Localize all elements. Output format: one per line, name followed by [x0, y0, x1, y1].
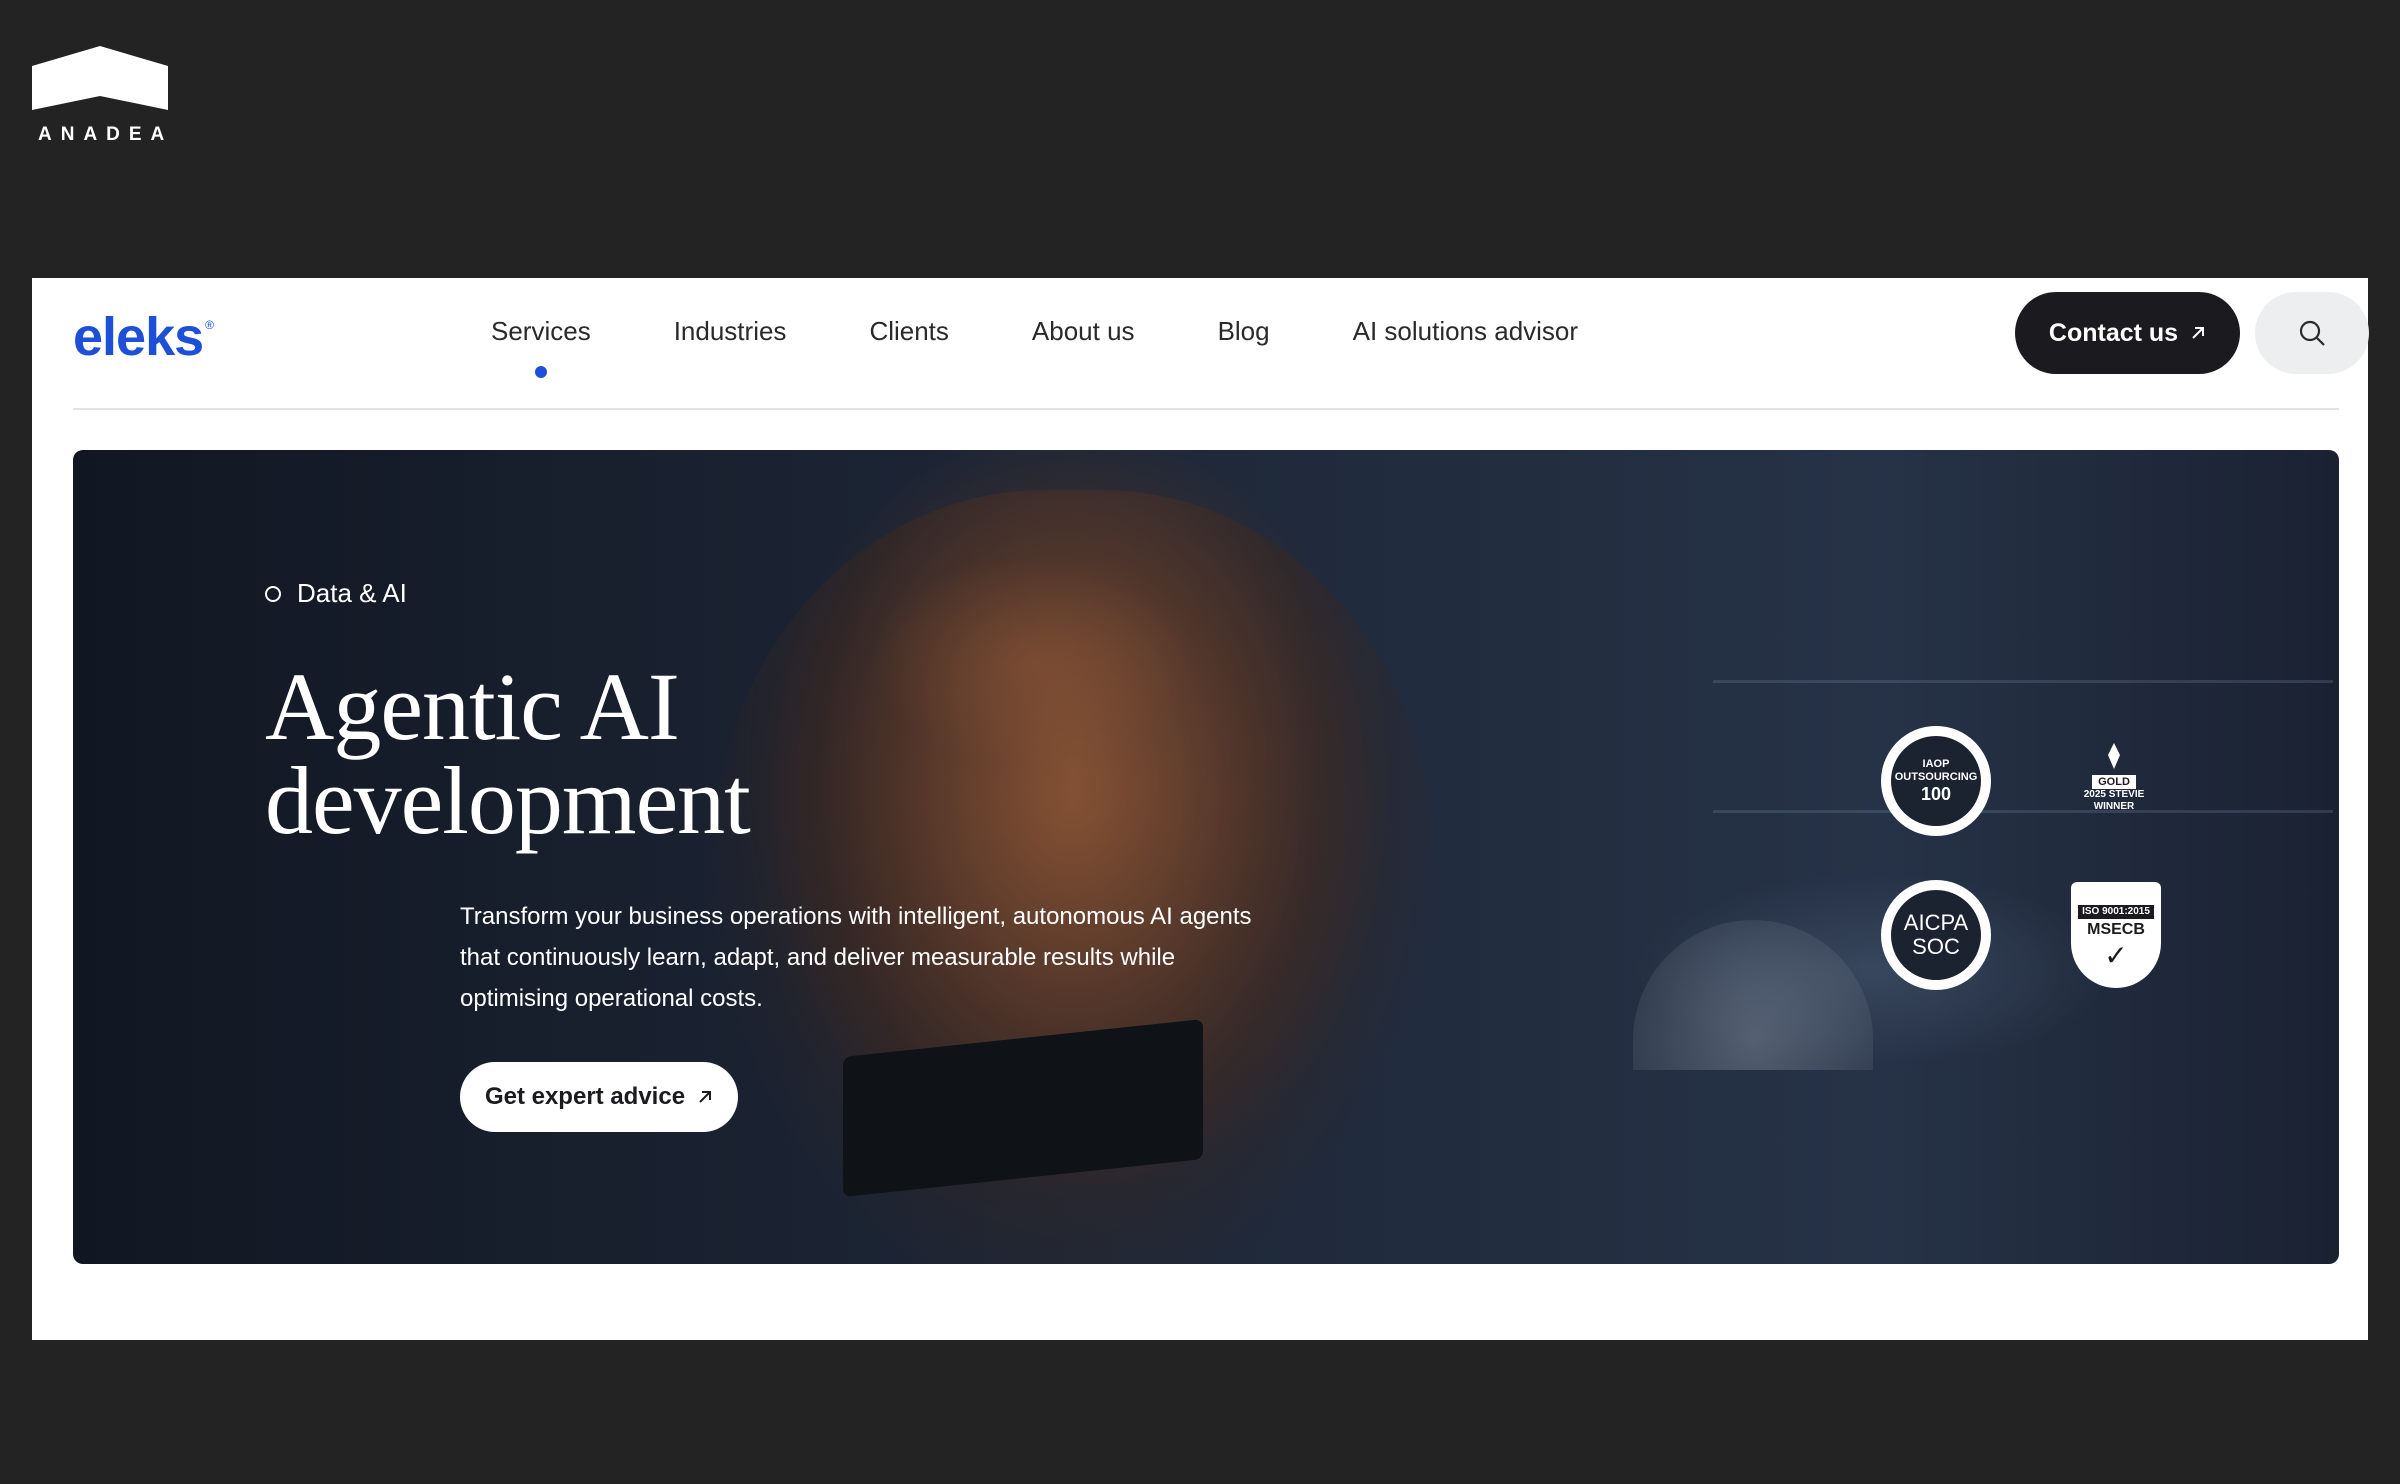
stevie-award-badge: GOLD 2025 STEVIE WINNER	[2059, 722, 2169, 832]
nav-item-ai-solutions-advisor[interactable]: AI solutions advisor	[1353, 316, 1578, 347]
anadea-roof-icon	[32, 46, 168, 110]
background-shelf	[1713, 810, 2333, 813]
hero-category: Data & AI	[265, 578, 407, 609]
nav-item-services[interactable]: Services	[491, 316, 591, 378]
arrow-up-right-icon	[699, 1091, 712, 1103]
active-indicator-dot	[534, 366, 547, 378]
badge-text: MSECB	[2087, 921, 2145, 938]
hero-title-line1: Agentic AI	[265, 653, 680, 760]
nav-item-label: About us	[1031, 316, 1135, 346]
iso-9001-badge: ISO 9001:2015 MSECB ✓	[2071, 882, 2161, 988]
background-lamp	[1633, 920, 1873, 1070]
hero-category-label: Data & AI	[297, 578, 407, 608]
arrow-up-right-icon	[2192, 327, 2205, 339]
nav-item-label: AI solutions advisor	[1352, 316, 1579, 346]
contact-us-button[interactable]: Contact us	[2015, 292, 2240, 374]
hero-title: Agentic AI development	[265, 659, 965, 849]
registered-mark: ®	[205, 318, 214, 332]
website-screenshot: eleks ® Services Industries Clients About…	[32, 278, 2369, 1340]
site-header: eleks ® Services Industries Clients About…	[73, 278, 2369, 410]
nav-item-label: Blog	[1217, 316, 1270, 346]
nav-item-industries[interactable]: Industries	[674, 316, 787, 347]
aicpa-soc-badge: AICPA SOC	[1881, 880, 1991, 990]
nav-item-label: Clients	[869, 316, 949, 346]
nav-item-blog[interactable]: Blog	[1218, 316, 1270, 347]
anadea-wordmark: ANADEA	[38, 124, 174, 145]
cta-label: Get expert advice	[484, 1083, 686, 1110]
badge-text: 2025 STEVIE	[2083, 789, 2145, 800]
contact-us-label: Contact us	[2048, 318, 2179, 347]
badge-text: ISO 9001:2015	[2078, 905, 2154, 919]
badge-text: 100	[1920, 784, 1952, 804]
eleks-logo-text: eleks	[73, 307, 204, 367]
hero-banner: Data & AI Agentic AI development Transfo…	[73, 450, 2339, 1264]
get-expert-advice-button[interactable]: Get expert advice	[460, 1062, 738, 1132]
background-shelf	[1713, 680, 2333, 683]
hero-description: Transform your business operations with …	[460, 903, 1252, 1012]
nav-item-about-us[interactable]: About us	[1032, 316, 1135, 347]
badge-text: IAOP	[1922, 758, 1950, 770]
nav-item-clients[interactable]: Clients	[869, 316, 948, 347]
search-button[interactable]	[2255, 292, 2369, 374]
circle-bullet-icon	[265, 585, 281, 602]
nav-item-label: Services	[491, 316, 591, 346]
eleks-logo[interactable]: eleks ®	[73, 306, 214, 368]
checkmark-icon: ✓	[2104, 940, 2128, 971]
badge-text: WINNER	[2093, 801, 2135, 812]
badge-text: SOC	[1912, 934, 1960, 959]
badge-text: AICPA	[1903, 910, 1969, 935]
anadea-logo: ANADEA	[32, 46, 168, 146]
badge-text: GOLD	[2092, 775, 2136, 789]
hero-title-line2: development	[265, 747, 751, 854]
trophy-icon	[2108, 743, 2120, 769]
main-nav: Services Industries Clients About us Blo…	[491, 316, 1661, 378]
iaop-outsourcing-100-badge: IAOP OUTSOURCING 100	[1881, 726, 1991, 836]
nav-item-label: Industries	[673, 316, 787, 346]
badge-text: OUTSOURCING	[1894, 771, 1978, 783]
search-icon	[2299, 320, 2325, 346]
